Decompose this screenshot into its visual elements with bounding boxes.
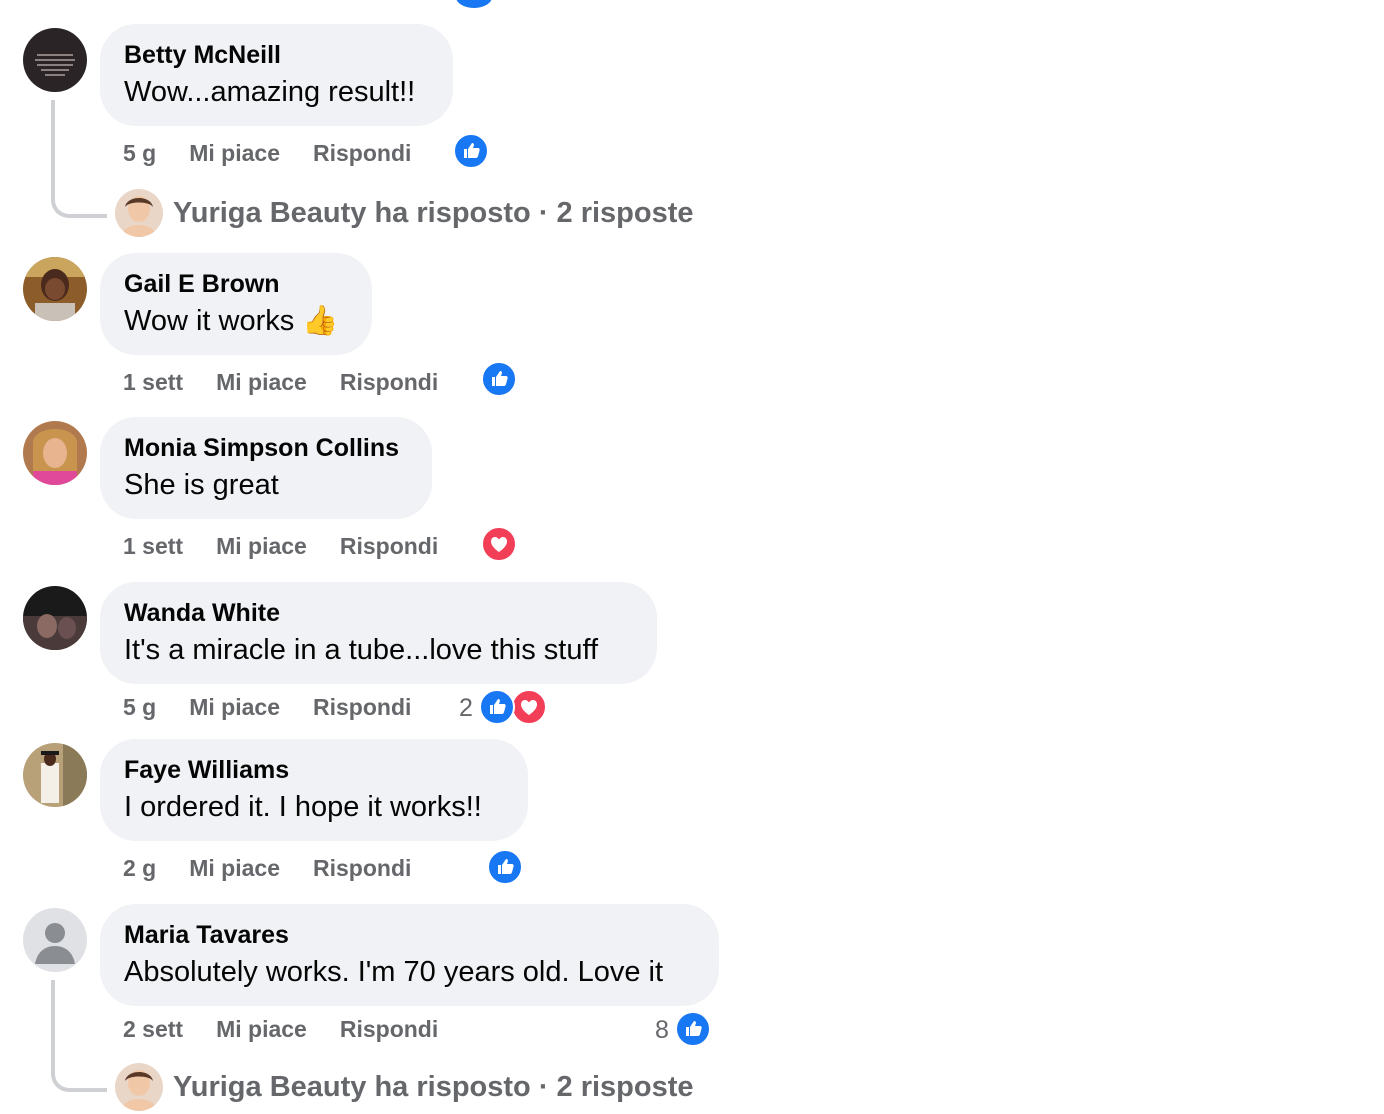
comment-actions: 1 sett Mi piace Rispondi	[123, 529, 471, 563]
comment-text: Wow it works 👍	[124, 305, 339, 337]
like-button[interactable]: Mi piace	[189, 140, 280, 167]
comment-actions: 1 sett Mi piace Rispondi	[123, 365, 471, 399]
comment-actions: 2 g Mi piace Rispondi	[123, 851, 444, 885]
replies-summary[interactable]: Yuriga Beauty ha risposto · 2 risposte	[173, 197, 694, 230]
comment-bubble: Gail E Brown Wow it works 👍	[100, 253, 372, 355]
comment-bubble: Betty McNeill Wow...amazing result!!	[100, 24, 453, 126]
like-button[interactable]: Mi piace	[216, 369, 307, 396]
replier-avatar[interactable]	[115, 189, 163, 237]
reply-button[interactable]: Rispondi	[340, 533, 438, 560]
like-button[interactable]: Mi piace	[216, 533, 307, 560]
comment-actions: 2 sett Mi piace Rispondi	[123, 1012, 471, 1046]
replier-avatar[interactable]	[115, 1063, 163, 1111]
comment-text: I ordered it. I hope it works!!	[124, 791, 482, 823]
default-avatar[interactable]	[23, 908, 87, 972]
comment-time[interactable]: 2 g	[123, 855, 156, 882]
reply-button[interactable]: Rispondi	[313, 855, 411, 882]
replies-summary[interactable]: Yuriga Beauty ha risposto · 2 risposte	[173, 1071, 694, 1104]
avatar[interactable]	[23, 586, 87, 650]
comment-time[interactable]: 5 g	[123, 694, 156, 721]
comment-bubble: Monia Simpson Collins She is great	[100, 417, 432, 519]
comment-time[interactable]: 5 g	[123, 140, 156, 167]
reaction-count[interactable]: 8	[655, 1015, 669, 1045]
comment-text: Wow...amazing result!!	[124, 76, 416, 108]
replies-link[interactable]: Yuriga Beauty ha risposto · 2 risposte	[163, 189, 694, 237]
like-button[interactable]: Mi piace	[216, 1016, 307, 1043]
comment-time[interactable]: 1 sett	[123, 533, 183, 560]
like-reaction-icon[interactable]	[487, 849, 523, 885]
comment-author[interactable]: Monia Simpson Collins	[124, 433, 408, 463]
comment-bubble: Faye Williams I ordered it. I hope it wo…	[100, 739, 528, 841]
comment-author[interactable]: Betty McNeill	[124, 40, 429, 70]
comment-author[interactable]: Wanda White	[124, 598, 633, 628]
like-reaction-icon[interactable]	[479, 689, 515, 725]
like-reaction-icon[interactable]	[481, 361, 517, 397]
thread-line	[51, 980, 55, 1060]
comment-time[interactable]: 2 sett	[123, 1016, 183, 1043]
comment-bubble: Maria Tavares Absolutely works. I'm 70 y…	[100, 904, 719, 1006]
reply-button[interactable]: Rispondi	[340, 369, 438, 396]
like-button[interactable]: Mi piace	[189, 855, 280, 882]
replies-link[interactable]: Yuriga Beauty ha risposto · 2 risposte	[163, 1063, 694, 1111]
comment-bubble: Wanda White It's a miracle in a tube...l…	[100, 582, 657, 684]
reply-button[interactable]: Rispondi	[313, 140, 411, 167]
comment-author[interactable]: Gail E Brown	[124, 269, 348, 299]
reply-button[interactable]: Rispondi	[340, 1016, 438, 1043]
like-button[interactable]: Mi piace	[189, 694, 280, 721]
comment-time[interactable]: 1 sett	[123, 369, 183, 396]
reaction-count[interactable]: 2	[459, 693, 473, 723]
comment-text: It's a miracle in a tube...love this stu…	[124, 634, 599, 666]
thread-connector	[51, 180, 107, 218]
like-reaction-icon[interactable]	[675, 1011, 711, 1047]
avatar[interactable]	[23, 421, 87, 485]
love-reaction-icon[interactable]	[511, 689, 547, 725]
comment-author[interactable]: Faye Williams	[124, 755, 504, 785]
reply-button[interactable]: Rispondi	[313, 694, 411, 721]
love-reaction-icon[interactable]	[481, 526, 517, 562]
comment-actions: 5 g Mi piace Rispondi	[123, 690, 444, 724]
comment-text: Absolutely works. I'm 70 years old. Love…	[124, 956, 664, 988]
avatar[interactable]	[23, 743, 87, 807]
avatar[interactable]	[23, 28, 87, 92]
thread-line	[51, 100, 55, 186]
comment-actions: 5 g Mi piace Rispondi	[123, 136, 444, 170]
like-icon-partial	[456, 0, 492, 8]
comment-author[interactable]: Maria Tavares	[124, 920, 695, 950]
avatar[interactable]	[23, 257, 87, 321]
like-reaction-icon[interactable]	[453, 133, 489, 169]
comment-text: She is great	[124, 469, 279, 501]
thread-connector	[51, 1054, 107, 1092]
